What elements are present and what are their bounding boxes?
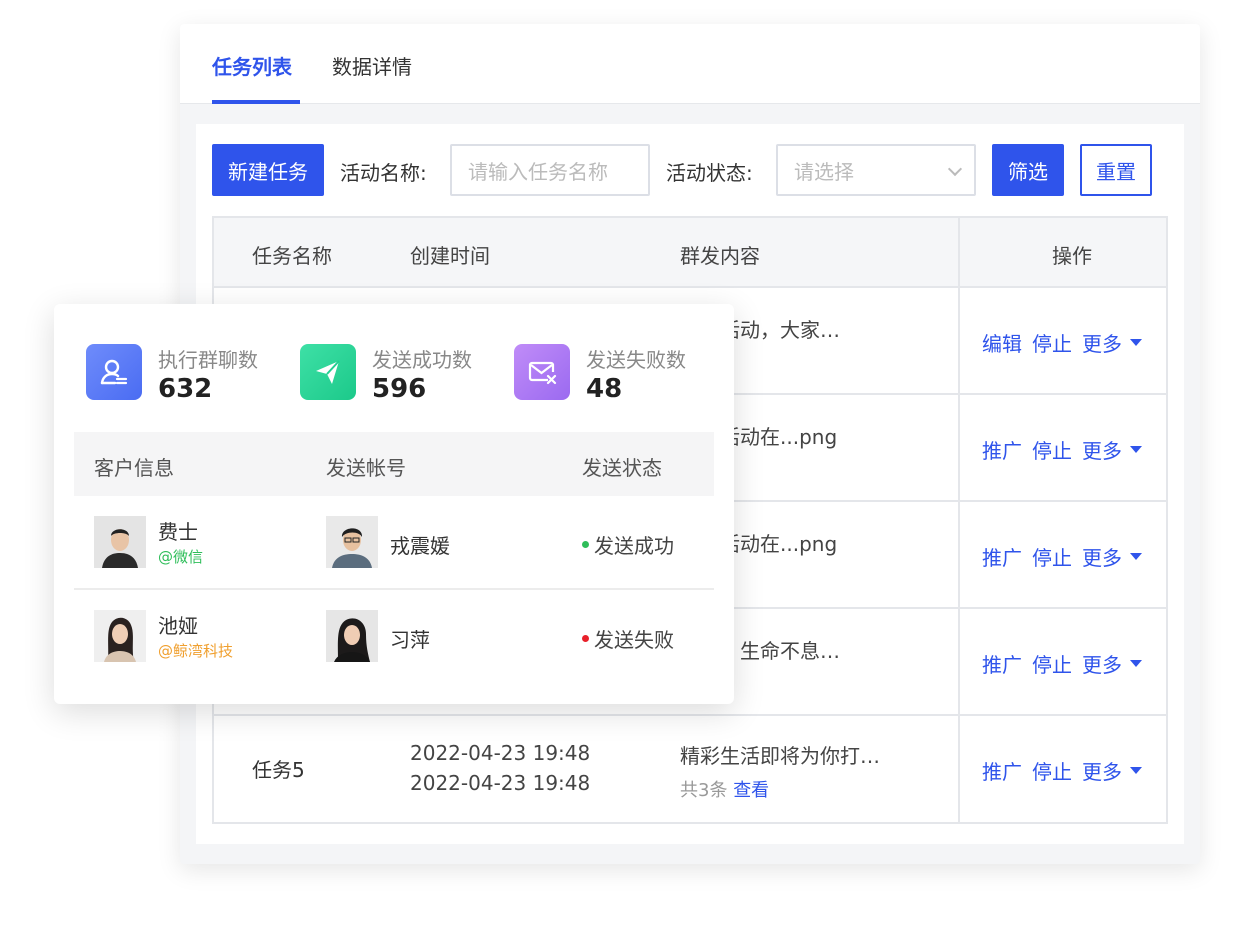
promote-link[interactable]: 推广	[982, 435, 1022, 464]
send-status-text: 发送成功	[594, 534, 674, 558]
header-customer-info: 客户信息	[94, 456, 174, 480]
row-actions: 推广 停止 更多	[982, 649, 1142, 678]
send-status: 发送失败	[582, 624, 674, 653]
active-tab-indicator	[212, 100, 300, 104]
user-list-icon	[86, 344, 142, 400]
more-link[interactable]: 更多	[1082, 435, 1122, 464]
paper-plane-icon	[300, 344, 356, 400]
task-name: 任务5	[252, 758, 305, 782]
content-count: 共3条 查看	[680, 780, 770, 801]
new-task-button[interactable]: 新建任务	[212, 144, 324, 196]
caret-down-icon[interactable]	[1130, 767, 1142, 774]
send-record-row: 费士 @微信 戎震媛 发送成功	[74, 496, 714, 590]
filter-button[interactable]: 筛选	[992, 144, 1064, 196]
customer-source-tag: @微信	[158, 548, 204, 566]
table-row: 任务5 2022-04-23 19:48 2022-04-23 19:48 精彩…	[214, 716, 1166, 822]
customer-avatar	[94, 610, 146, 662]
stat-label: 发送失败数	[586, 348, 686, 372]
row-actions: 推广 停止 更多	[982, 542, 1142, 571]
mail-x-icon	[514, 344, 570, 400]
created-time: 2022-04-23 19:48 2022-04-23 19:48	[410, 738, 590, 798]
edit-link[interactable]: 编辑	[982, 328, 1022, 357]
send-account-name: 戎震媛	[390, 534, 450, 558]
more-link[interactable]: 更多	[1082, 756, 1122, 785]
header-created-time: 创建时间	[410, 244, 490, 268]
stop-link[interactable]: 停止	[1032, 328, 1072, 357]
customer-name: 池娅	[158, 614, 198, 638]
stop-link[interactable]: 停止	[1032, 435, 1072, 464]
tab-task-list[interactable]: 任务列表	[212, 51, 292, 80]
created-time-line: 2022-04-23 19:48	[410, 771, 591, 795]
header-operations: 操作	[1052, 244, 1092, 268]
activity-name-input[interactable]: 请输入任务名称	[450, 144, 650, 196]
more-link[interactable]: 更多	[1082, 328, 1122, 357]
stat-group-chats: 执行群聊数 632	[86, 344, 306, 404]
task-content: 精彩生活即将为你打…	[680, 744, 880, 768]
account-avatar	[326, 516, 378, 568]
customer-avatar	[94, 516, 146, 568]
reset-button[interactable]: 重置	[1080, 144, 1152, 196]
more-link[interactable]: 更多	[1082, 542, 1122, 571]
chevron-down-icon	[947, 161, 963, 177]
table-header: 任务名称 创建时间 群发内容 操作	[214, 218, 1166, 288]
header-task-name: 任务名称	[252, 244, 332, 268]
activity-name-label: 活动名称:	[340, 161, 427, 185]
activity-status-label: 活动状态:	[666, 161, 753, 185]
promote-link[interactable]: 推广	[982, 542, 1022, 571]
tab-bar: 任务列表 数据详情	[180, 24, 1200, 104]
more-link[interactable]: 更多	[1082, 649, 1122, 678]
status-dot-icon	[582, 635, 589, 642]
promote-link[interactable]: 推广	[982, 756, 1022, 785]
send-status: 发送成功	[582, 530, 674, 559]
stat-value: 48	[586, 374, 623, 404]
stop-link[interactable]: 停止	[1032, 542, 1072, 571]
send-records-header: 客户信息 发送帐号 发送状态	[74, 432, 714, 496]
send-stats-card: 执行群聊数 632 发送成功数 596 发送失败数 48 客户信息 发送帐号 发…	[54, 304, 734, 704]
header-send-status: 发送状态	[582, 456, 662, 480]
promote-link[interactable]: 推广	[982, 649, 1022, 678]
caret-down-icon[interactable]	[1130, 339, 1142, 346]
activity-status-select[interactable]: 请选择	[776, 144, 976, 196]
stat-value: 632	[158, 374, 213, 404]
stat-label: 执行群聊数	[158, 348, 258, 372]
caret-down-icon[interactable]	[1130, 660, 1142, 667]
tab-data-details[interactable]: 数据详情	[332, 51, 412, 80]
caret-down-icon[interactable]	[1130, 553, 1142, 560]
stop-link[interactable]: 停止	[1032, 649, 1072, 678]
send-account-name: 习萍	[390, 628, 430, 652]
row-actions: 推广 停止 更多	[982, 756, 1142, 785]
send-record-row: 池娅 @鲸湾科技 习萍 发送失败	[74, 590, 714, 684]
status-dot-icon	[582, 541, 589, 548]
activity-status-placeholder: 请选择	[794, 159, 854, 184]
row-actions: 编辑 停止 更多	[982, 328, 1142, 357]
stop-link[interactable]: 停止	[1032, 756, 1072, 785]
stat-send-failure: 发送失败数 48	[514, 344, 734, 404]
customer-name: 费士	[158, 520, 198, 544]
customer-source-tag: @鲸湾科技	[158, 642, 234, 660]
account-avatar	[326, 610, 378, 662]
view-link[interactable]: 查看	[733, 780, 769, 801]
stat-value: 596	[372, 374, 427, 404]
stat-send-success: 发送成功数 596	[300, 344, 520, 404]
row-actions: 推广 停止 更多	[982, 435, 1142, 464]
caret-down-icon[interactable]	[1130, 446, 1142, 453]
header-content: 群发内容	[680, 244, 760, 268]
header-send-account: 发送帐号	[326, 456, 406, 480]
created-time-line: 2022-04-23 19:48	[410, 741, 591, 765]
stat-label: 发送成功数	[372, 348, 472, 372]
send-status-text: 发送失败	[594, 628, 674, 652]
